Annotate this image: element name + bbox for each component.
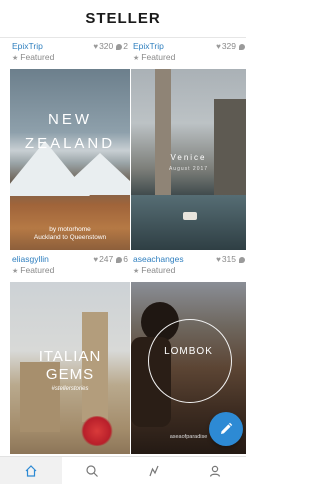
comment-count: 6 bbox=[123, 254, 128, 264]
canal bbox=[131, 195, 246, 250]
pencil-icon bbox=[221, 422, 233, 434]
story-cover-title: LOMBOK bbox=[164, 346, 213, 357]
comment-icon bbox=[239, 44, 245, 50]
app-title: STELLER bbox=[85, 10, 161, 27]
story-cover-subtitle: by motorhome bbox=[49, 226, 91, 233]
story-counts: ♥320 2 bbox=[93, 41, 128, 52]
story-counts: ♥329 bbox=[216, 41, 246, 52]
home-icon bbox=[25, 464, 37, 477]
story-cover-title: ITALIAN bbox=[38, 348, 102, 365]
mountain-shape bbox=[55, 153, 130, 195]
boat bbox=[183, 212, 197, 220]
tab-home[interactable] bbox=[0, 457, 62, 484]
story-meta-4: aseachanges ♥315 ★ Featured bbox=[133, 254, 246, 280]
create-story-button[interactable] bbox=[209, 412, 243, 446]
story-meta-3: eliasgyllin ♥247 6 ★ Featured bbox=[12, 254, 128, 280]
bell-tower bbox=[155, 69, 171, 199]
profile-icon bbox=[210, 465, 221, 477]
featured-badge: Featured bbox=[141, 52, 176, 62]
story-card-venice[interactable]: Venice August 2017 bbox=[131, 69, 246, 250]
story-cover-subtitle: Auckland to Queenstown bbox=[33, 234, 107, 241]
story-counts: ♥315 bbox=[216, 254, 246, 265]
bottom-tab-bar bbox=[0, 456, 246, 484]
featured-badge: Featured bbox=[141, 265, 176, 275]
heart-icon: ♥ bbox=[93, 42, 99, 51]
star-icon: ★ bbox=[133, 268, 140, 275]
story-cover-title: GEMS bbox=[45, 366, 95, 383]
activity-icon bbox=[149, 465, 159, 476]
story-cover-subtitle: August 2017 bbox=[168, 166, 209, 172]
tab-profile[interactable] bbox=[185, 457, 247, 484]
heart-icon: ♥ bbox=[216, 42, 221, 51]
heart-icon: ♥ bbox=[93, 255, 99, 264]
story-meta-1: EpixTrip ♥320 2 ★ Featured bbox=[12, 41, 128, 67]
story-cover-title: NEW bbox=[48, 111, 92, 128]
comment-icon bbox=[239, 257, 245, 263]
featured-badge: Featured bbox=[20, 265, 55, 275]
story-author-link[interactable]: EpixTrip bbox=[12, 41, 43, 52]
star-icon: ★ bbox=[133, 55, 140, 62]
star-icon: ★ bbox=[12, 268, 19, 275]
featured-badge: Featured bbox=[20, 52, 55, 62]
comment-count: 2 bbox=[123, 41, 128, 51]
story-cover-title: ZEALAND bbox=[24, 135, 116, 152]
like-count: 247 bbox=[99, 254, 114, 264]
app-header: STELLER bbox=[0, 0, 246, 38]
story-author-link[interactable]: aseachanges bbox=[133, 254, 184, 265]
comment-icon bbox=[116, 44, 123, 50]
tab-search[interactable] bbox=[62, 457, 124, 484]
tab-activity[interactable] bbox=[123, 457, 185, 484]
circle-frame bbox=[148, 319, 232, 403]
comment-icon bbox=[116, 257, 123, 263]
like-count: 329 bbox=[221, 41, 236, 51]
star-icon: ★ bbox=[12, 55, 19, 62]
story-author-link[interactable]: eliasgyllin bbox=[12, 254, 49, 265]
like-count: 320 bbox=[99, 41, 114, 51]
story-cover-subtitle: #stellerstories bbox=[51, 386, 89, 392]
story-card-italian-gems[interactable]: ITALIAN GEMS #stellerstories bbox=[10, 282, 130, 454]
story-counts: ♥247 6 bbox=[93, 254, 128, 265]
story-author-link[interactable]: EpixTrip bbox=[133, 41, 164, 52]
like-count: 315 bbox=[221, 254, 236, 264]
story-card-new-zealand[interactable]: NEW ZEALAND by motorhome Auckland to Que… bbox=[10, 69, 130, 250]
search-icon bbox=[86, 464, 99, 477]
story-cover-title: Venice bbox=[170, 153, 207, 162]
heart-icon: ♥ bbox=[216, 255, 221, 264]
story-meta-2: EpixTrip ♥329 ★ Featured bbox=[133, 41, 246, 67]
flower bbox=[80, 416, 114, 446]
